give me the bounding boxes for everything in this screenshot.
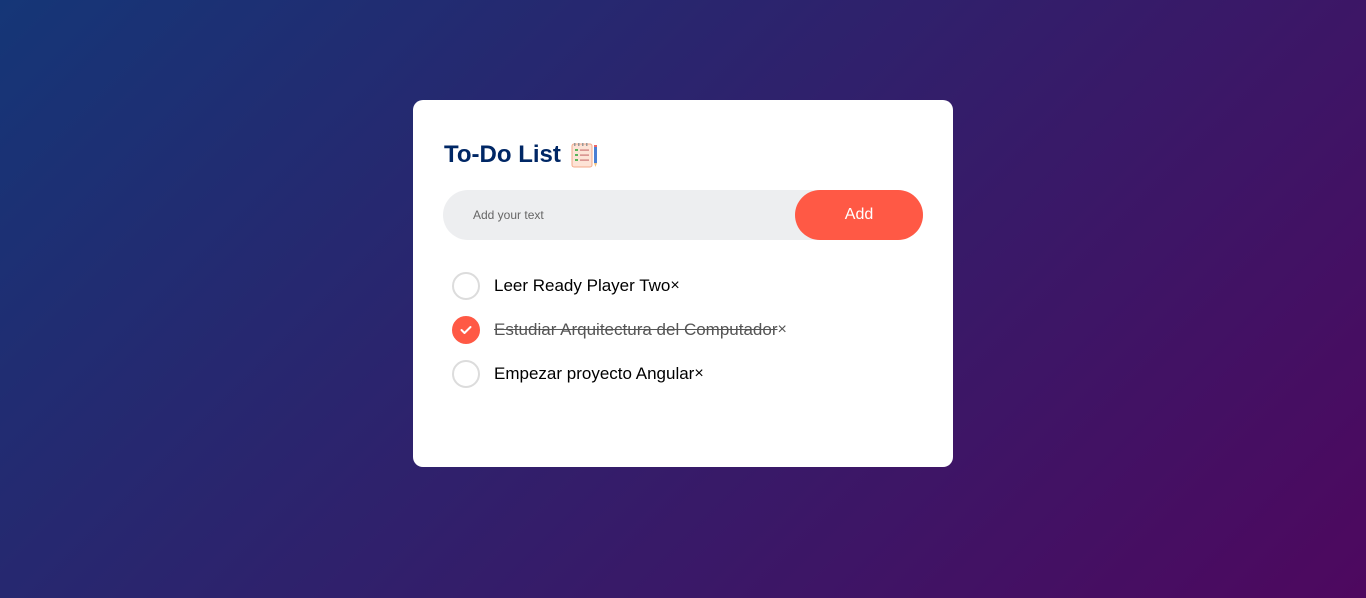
task-item[interactable]: Empezar proyecto Angular × [444, 352, 923, 396]
add-task-row: Add [443, 189, 923, 241]
remove-task-button[interactable]: × [778, 321, 787, 339]
add-button[interactable]: Add [795, 190, 923, 240]
task-item[interactable]: Leer Ready Player Two × [444, 264, 923, 308]
remove-task-button[interactable]: × [694, 365, 703, 383]
task-item[interactable]: Estudiar Arquitectura del Computador × [444, 308, 923, 352]
task-checkbox[interactable] [452, 272, 480, 300]
task-text: Empezar proyecto Angular [494, 364, 695, 383]
page-title: To-Do List [444, 141, 561, 168]
checkmark-icon [460, 326, 472, 334]
task-checkbox-checked[interactable] [452, 316, 480, 344]
checklist-notebook-icon [571, 142, 599, 168]
task-input[interactable] [443, 189, 795, 241]
title-row: To-Do List [444, 140, 923, 170]
remove-task-button[interactable]: × [670, 277, 679, 295]
task-list: Leer Ready Player Two × Estudiar Arquitect… [444, 264, 923, 396]
task-text: Estudiar Arquitectura del Computador [494, 320, 778, 339]
task-checkbox[interactable] [452, 360, 480, 388]
task-text: Leer Ready Player Two [494, 276, 671, 295]
todo-card: To-Do List Add Leer Ready Pl [413, 100, 953, 467]
